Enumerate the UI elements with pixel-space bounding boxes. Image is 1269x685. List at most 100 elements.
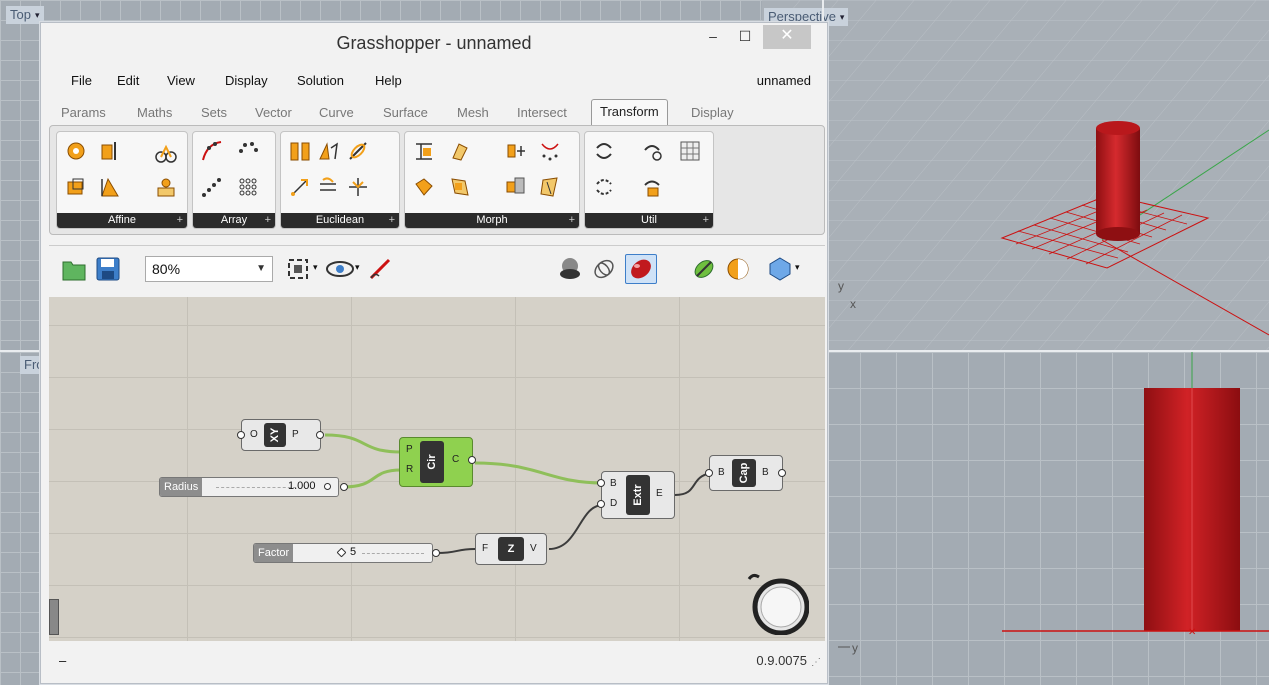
output-grip[interactable] (432, 549, 440, 557)
navigation-compass-icon[interactable] (745, 571, 809, 635)
box-morph-icon[interactable] (449, 176, 471, 198)
mirror-icon[interactable] (99, 140, 121, 162)
input-grip[interactable] (237, 431, 245, 439)
unit-z-component[interactable]: F Z V (475, 533, 547, 565)
mirror-plane-icon[interactable] (289, 140, 311, 162)
shear-icon[interactable] (99, 176, 121, 198)
slider-track[interactable] (216, 487, 296, 488)
chevron-down-icon[interactable]: ▾ (355, 262, 360, 273)
chevron-down-icon[interactable]: ▾ (840, 8, 845, 26)
slider-grip[interactable] (336, 547, 347, 558)
preview-off-icon[interactable] (557, 256, 583, 282)
transform-icon[interactable] (641, 176, 663, 198)
canvas-scrollbar[interactable] (49, 599, 59, 635)
menu-file[interactable]: File (71, 73, 92, 88)
viewport-right[interactable]: ✕ y (824, 352, 1269, 685)
split-transform-icon[interactable] (641, 140, 663, 162)
tab-transform[interactable]: Transform (591, 99, 668, 125)
chevron-down-icon[interactable]: ▼ (256, 257, 266, 281)
map-to-surface-icon[interactable] (539, 176, 561, 198)
scale-icon[interactable] (155, 142, 177, 164)
move-to-plane-icon[interactable] (347, 176, 369, 198)
tab-params[interactable]: Params (61, 105, 106, 120)
expand-icon[interactable]: + (389, 213, 395, 228)
tab-mesh[interactable]: Mesh (457, 105, 489, 120)
rotate-axis-icon[interactable] (347, 140, 369, 162)
expand-icon[interactable]: + (703, 213, 709, 228)
extrude-component[interactable]: B D Extr E (597, 471, 675, 519)
menu-solution[interactable]: Solution (297, 73, 344, 88)
group-label[interactable]: Affine + (57, 213, 187, 228)
input-grip[interactable] (597, 500, 605, 508)
output-grip[interactable] (778, 469, 786, 477)
menu-help[interactable]: Help (375, 73, 402, 88)
menu-display[interactable]: Display (225, 73, 268, 88)
factor-slider[interactable]: Factor 5 (253, 543, 440, 563)
group-label[interactable]: Array + (193, 213, 275, 228)
group-label[interactable]: Euclidean + (281, 213, 399, 228)
chevron-down-icon[interactable]: ▾ (35, 6, 40, 24)
shaded-preview-button[interactable] (625, 254, 657, 284)
stretch-icon[interactable] (505, 140, 527, 162)
box-map-icon[interactable] (65, 176, 87, 198)
project-icon[interactable] (155, 176, 177, 198)
twist-icon[interactable] (449, 140, 471, 162)
radius-slider[interactable]: Radius 1.000 (159, 477, 348, 497)
polar-array-icon[interactable] (237, 140, 259, 162)
maximize-button[interactable]: ☐ (731, 25, 759, 49)
tab-display[interactable]: Display (691, 105, 734, 120)
output-grip[interactable] (316, 431, 324, 439)
resize-grip-icon[interactable]: ⋰ (811, 657, 821, 668)
mesh-settings-icon[interactable] (767, 256, 793, 282)
curve-array-icon[interactable] (201, 140, 223, 162)
transform-matrix-icon[interactable] (679, 140, 701, 162)
move-icon[interactable] (289, 176, 311, 198)
material-icon[interactable] (725, 256, 751, 282)
xy-plane-component[interactable]: O XY P (237, 419, 324, 451)
zoom-extents-icon[interactable] (285, 256, 311, 282)
bend-icon[interactable] (413, 140, 435, 162)
rectangular-array-icon[interactable] (237, 176, 259, 198)
save-icon[interactable] (95, 256, 121, 282)
orient-icon[interactable] (317, 140, 339, 162)
zoom-select[interactable]: 80% ▼ (145, 256, 273, 282)
expand-icon[interactable]: + (265, 213, 271, 228)
selected-preview-icon[interactable] (691, 256, 717, 282)
input-grip[interactable] (705, 469, 713, 477)
rotate-direction-icon[interactable] (317, 176, 339, 198)
chevron-down-icon[interactable]: ▾ (795, 262, 800, 273)
menu-view[interactable]: View (167, 73, 195, 88)
chevron-down-icon[interactable]: ▾ (313, 262, 318, 273)
circle-component[interactable]: P R Cir C (399, 437, 476, 487)
output-grip[interactable] (468, 456, 476, 464)
close-button[interactable]: ✕ (763, 25, 811, 49)
linear-array-icon[interactable] (201, 176, 223, 198)
menu-edit[interactable]: Edit (117, 73, 139, 88)
tab-sets[interactable]: Sets (201, 105, 227, 120)
expand-icon[interactable]: + (569, 213, 575, 228)
input-grip[interactable] (597, 479, 605, 487)
viewport-perspective[interactable]: y x Perspective ▾ (762, 0, 1269, 350)
output-grip[interactable] (340, 483, 348, 491)
open-file-icon[interactable] (61, 256, 87, 282)
rotate-icon[interactable] (65, 140, 87, 162)
compound-icon[interactable] (593, 140, 615, 162)
tab-maths[interactable]: Maths (137, 105, 172, 120)
blend-box-icon[interactable] (413, 176, 435, 198)
surface-morph-icon[interactable] (505, 176, 527, 198)
group-label[interactable]: Util + (585, 213, 713, 228)
viewport-label-top[interactable]: Top ▾ (6, 6, 44, 24)
cap-holes-component[interactable]: B Cap B (705, 455, 786, 491)
inverse-transform-icon[interactable] (593, 176, 615, 198)
sketch-pen-icon[interactable] (367, 256, 393, 282)
preview-eye-icon[interactable] (325, 256, 355, 282)
tab-vector[interactable]: Vector (255, 105, 292, 120)
group-label[interactable]: Morph + (405, 213, 579, 228)
slider-track[interactable] (362, 553, 424, 554)
wireframe-preview-icon[interactable] (591, 256, 617, 282)
document-name[interactable]: unnamed (757, 73, 811, 88)
tab-surface[interactable]: Surface (383, 105, 428, 120)
title-bar[interactable]: Grasshopper - unnamed – ☐ ✕ (41, 23, 827, 65)
grasshopper-canvas[interactable]: O XY P P R Cir C Radius 1.000 B D Extr E… (49, 297, 825, 641)
tab-intersect[interactable]: Intersect (517, 105, 567, 120)
